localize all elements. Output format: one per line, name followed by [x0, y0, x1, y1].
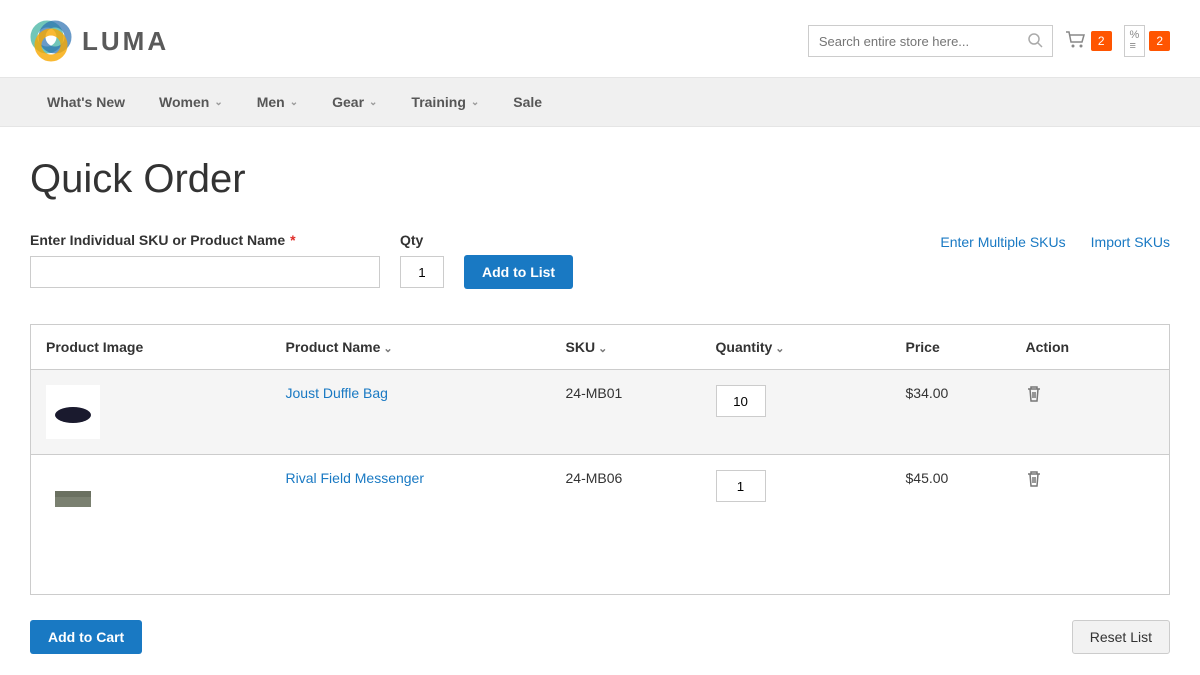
order-table: Product Image Product Name⌄ SKU⌄ Quantit… [30, 324, 1170, 595]
chevron-down-icon: ⌄ [471, 97, 479, 108]
nav-label: Gear [332, 94, 364, 110]
table-row: Rival Field Messenger 24-MB06 $45.00 [31, 455, 1170, 595]
chevron-down-icon: ⌄ [290, 97, 298, 108]
chevron-down-icon: ⌄ [598, 343, 607, 355]
nav-women[interactable]: Women ⌄ [142, 94, 240, 110]
cart-count-badge: 2 [1091, 31, 1112, 51]
compare-count-badge: 2 [1149, 31, 1170, 51]
nav-label: What's New [47, 94, 125, 110]
chevron-down-icon: ⌄ [383, 343, 392, 355]
product-name-link[interactable]: Joust Duffle Bag [286, 385, 388, 401]
search-box [808, 25, 1053, 57]
sku-cell: 24-MB01 [551, 370, 701, 455]
main-nav: What's New Women ⌄ Men ⌄ Gear ⌄ Training ⌄ S… [30, 78, 1170, 126]
th-image: Product Image [31, 325, 271, 370]
logo[interactable]: LUMA [30, 20, 169, 62]
page-title: Quick Order [30, 157, 1170, 202]
cart-icon [1065, 31, 1087, 52]
sku-input[interactable] [30, 256, 380, 288]
nav-men[interactable]: Men ⌄ [240, 94, 315, 110]
add-to-cart-button[interactable]: Add to Cart [30, 620, 142, 654]
delete-row-button[interactable] [1026, 472, 1042, 492]
brand-name: LUMA [82, 26, 169, 57]
sku-label: Enter Individual SKU or Product Name* [30, 232, 380, 248]
search-input[interactable] [808, 25, 1053, 57]
delete-row-button[interactable] [1026, 387, 1042, 407]
nav-label: Women [159, 94, 209, 110]
price-cell: $34.00 [891, 370, 1011, 455]
sku-cell: 24-MB06 [551, 455, 701, 595]
chevron-down-icon: ⌄ [775, 343, 784, 355]
th-price: Price [891, 325, 1011, 370]
nav-training[interactable]: Training ⌄ [394, 94, 496, 110]
row-qty-input[interactable] [716, 470, 766, 502]
qty-label: Qty [400, 232, 444, 248]
chevron-down-icon: ⌄ [369, 97, 377, 108]
nav-sale[interactable]: Sale [496, 94, 559, 110]
search-icon[interactable] [1028, 33, 1043, 51]
compare-icon: %≡ [1124, 25, 1146, 57]
nav-whats-new[interactable]: What's New [30, 94, 142, 110]
price-cell: $45.00 [891, 455, 1011, 595]
product-name-link[interactable]: Rival Field Messenger [286, 470, 425, 486]
th-name[interactable]: Product Name⌄ [271, 325, 551, 370]
cart-widget[interactable]: 2 [1065, 31, 1112, 52]
chevron-down-icon: ⌄ [214, 97, 222, 108]
table-row: Joust Duffle Bag 24-MB01 $34.00 [31, 370, 1170, 455]
import-skus-link[interactable]: Import SKUs [1091, 234, 1170, 250]
compare-widget[interactable]: %≡ 2 [1124, 25, 1170, 57]
reset-list-button[interactable]: Reset List [1072, 620, 1170, 654]
logo-icon [30, 20, 72, 62]
product-thumb [46, 470, 100, 524]
nav-label: Sale [513, 94, 542, 110]
nav-gear[interactable]: Gear ⌄ [315, 94, 394, 110]
product-thumb [46, 385, 100, 439]
row-qty-input[interactable] [716, 385, 766, 417]
th-action: Action [1011, 325, 1170, 370]
add-to-list-button[interactable]: Add to List [464, 255, 573, 289]
nav-label: Men [257, 94, 285, 110]
enter-multiple-skus-link[interactable]: Enter Multiple SKUs [940, 234, 1065, 250]
th-qty[interactable]: Quantity⌄ [701, 325, 891, 370]
qty-input[interactable] [400, 256, 444, 288]
nav-label: Training [411, 94, 465, 110]
th-sku[interactable]: SKU⌄ [551, 325, 701, 370]
